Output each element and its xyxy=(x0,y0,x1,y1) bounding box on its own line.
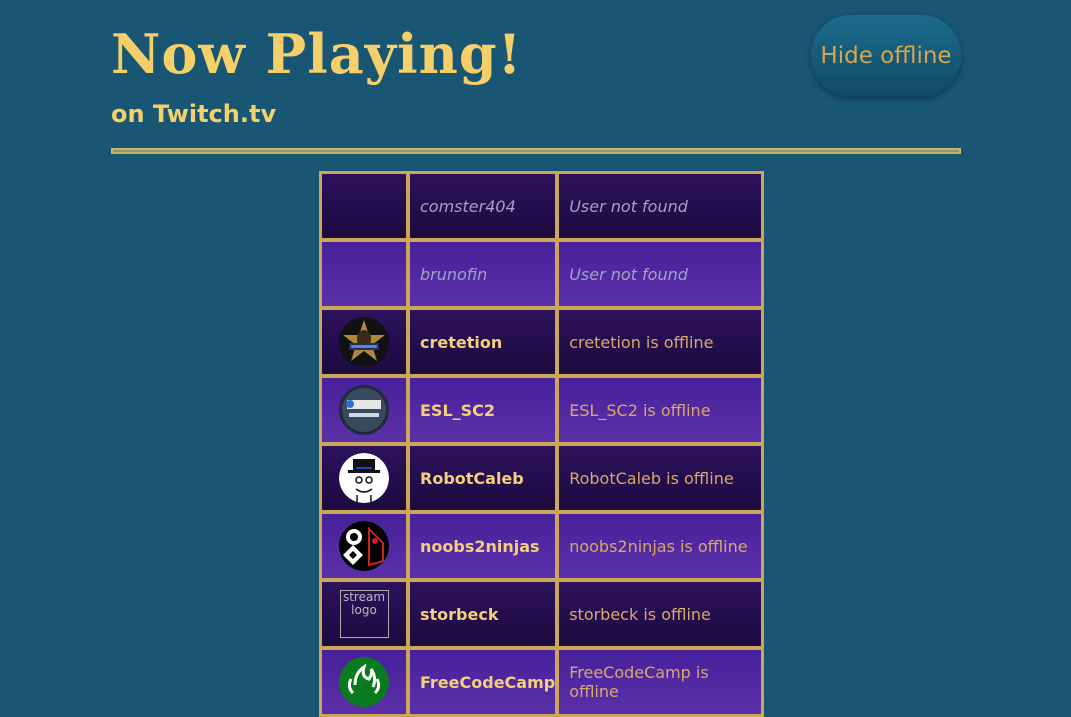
stream-name[interactable]: brunofin xyxy=(409,241,557,307)
stream-logo-cell xyxy=(321,649,407,715)
stream-status: storbeck is offline xyxy=(558,581,763,647)
stream-status: ESL_SC2 is offline xyxy=(558,377,763,443)
stream-logo-cell xyxy=(321,377,407,443)
stream-name[interactable]: comster404 xyxy=(409,173,557,239)
stream-name[interactable]: storbeck xyxy=(409,581,557,647)
table-row[interactable]: comster404 User not found xyxy=(321,173,763,239)
table-row[interactable]: stream logo storbeck storbeck is offline xyxy=(321,581,763,647)
page-title: Now Playing! xyxy=(111,22,523,86)
stream-name[interactable]: cretetion xyxy=(409,309,557,375)
stream-status: User not found xyxy=(558,241,763,307)
robotcaleb-logo-icon[interactable] xyxy=(339,453,389,503)
stream-logo-cell xyxy=(321,445,407,511)
stream-logo-cell xyxy=(321,173,407,239)
stream-logo-cell: stream logo xyxy=(321,581,407,647)
stream-status: User not found xyxy=(558,173,763,239)
stream-name[interactable]: ESL_SC2 xyxy=(409,377,557,443)
streams-table: comster404 User not found brunofin User … xyxy=(319,171,765,717)
table-row[interactable]: brunofin User not found xyxy=(321,241,763,307)
stream-name[interactable]: FreeCodeCamp xyxy=(409,649,557,715)
stream-status: FreeCodeCamp is offline xyxy=(558,649,763,715)
stream-name[interactable]: noobs2ninjas xyxy=(409,513,557,579)
hide-offline-button[interactable]: Hide offline xyxy=(811,15,961,97)
header-divider xyxy=(111,148,961,154)
stream-status: RobotCaleb is offline xyxy=(558,445,763,511)
freecodecamp-logo-icon[interactable] xyxy=(339,657,389,707)
esl-logo-icon[interactable] xyxy=(339,385,389,435)
table-row[interactable]: ESL_SC2 ESL_SC2 is offline xyxy=(321,377,763,443)
stream-name[interactable]: RobotCaleb xyxy=(409,445,557,511)
stream-status: cretetion is offline xyxy=(558,309,763,375)
page-subtitle: on Twitch.tv xyxy=(111,100,277,128)
stream-logo-cell xyxy=(321,241,407,307)
stream-logo-cell xyxy=(321,513,407,579)
table-row[interactable]: RobotCaleb RobotCaleb is offline xyxy=(321,445,763,511)
table-row[interactable]: cretetion cretetion is offline xyxy=(321,309,763,375)
table-row[interactable]: noobs2ninjas noobs2ninjas is offline xyxy=(321,513,763,579)
stream-logo-cell xyxy=(321,309,407,375)
cretetion-logo-icon[interactable] xyxy=(339,317,389,367)
stream-status: noobs2ninjas is offline xyxy=(558,513,763,579)
broken-image-icon[interactable]: stream logo xyxy=(339,590,389,638)
noobs2ninjas-logo-icon[interactable] xyxy=(339,521,389,571)
table-row[interactable]: FreeCodeCamp FreeCodeCamp is offline xyxy=(321,649,763,715)
